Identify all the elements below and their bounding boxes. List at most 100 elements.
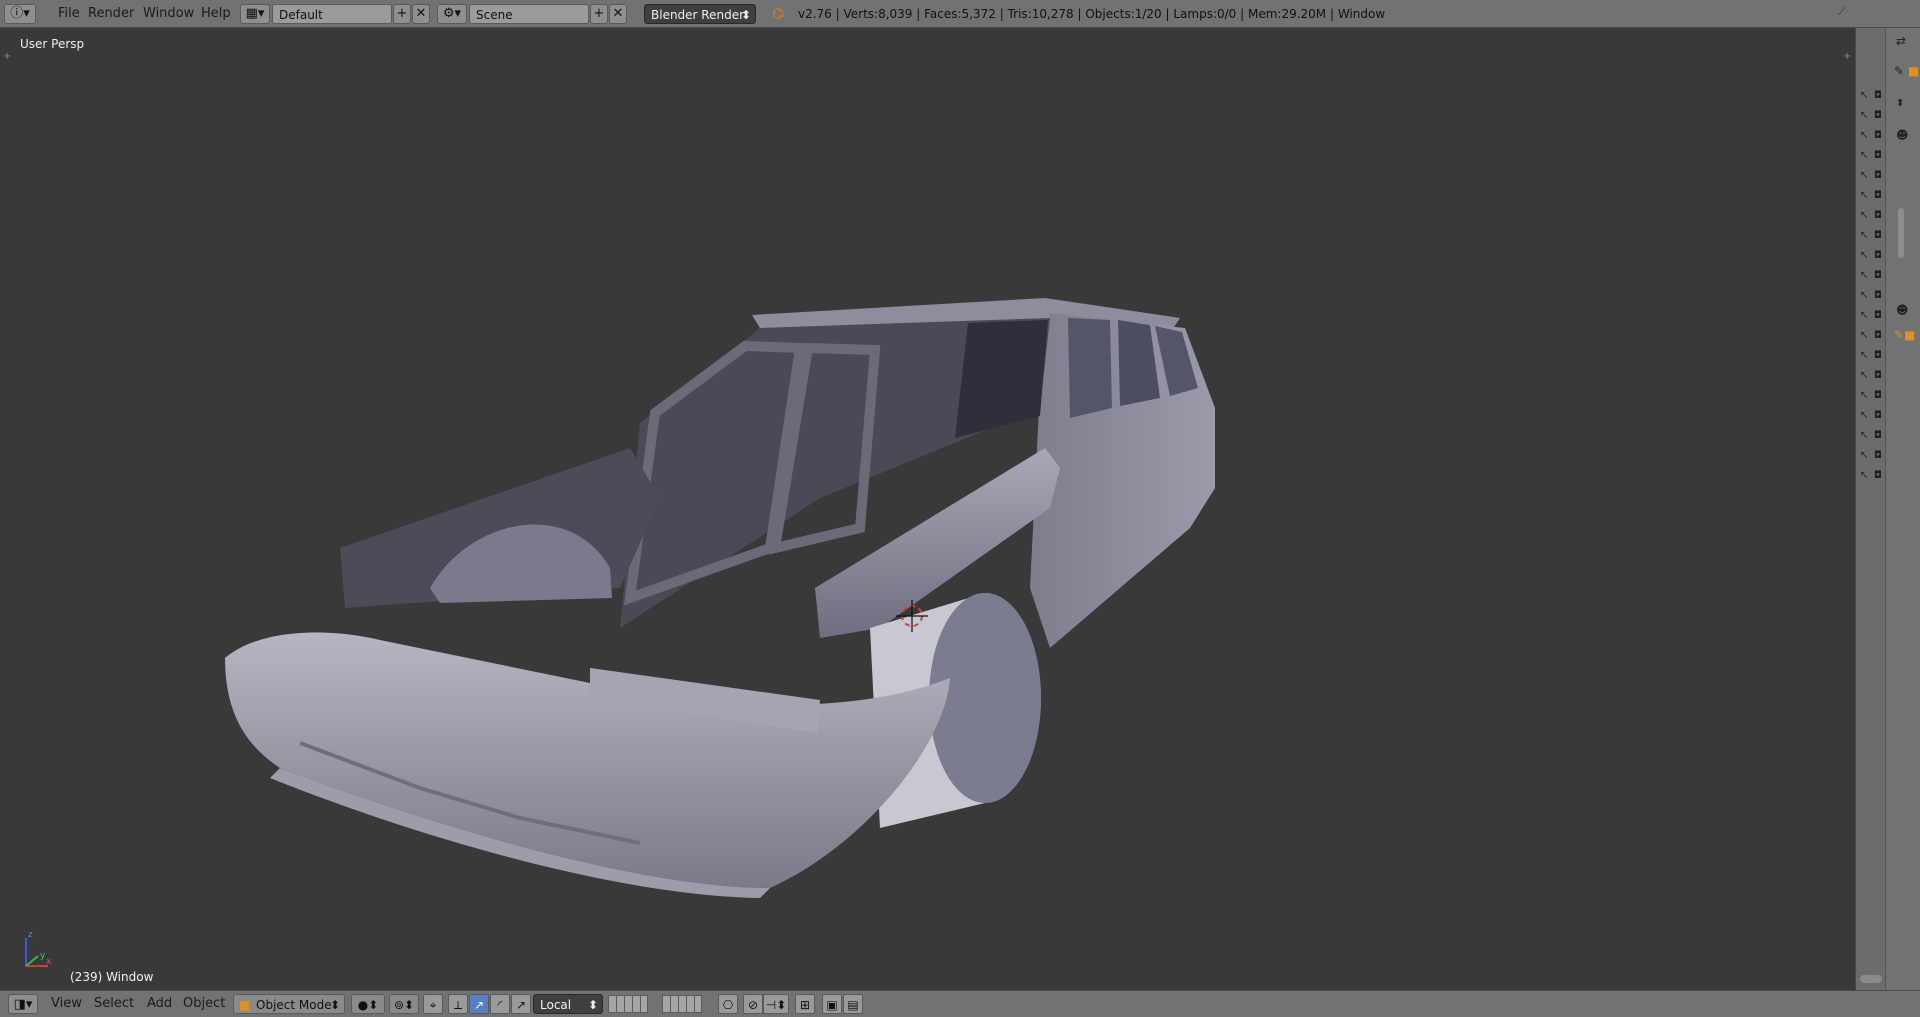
- viewport-shading-select[interactable]: ●⬍: [351, 994, 385, 1014]
- remove-scene-button[interactable]: ✕: [609, 4, 627, 24]
- camera-render-icon[interactable]: ◘: [1872, 390, 1884, 402]
- remove-layout-button[interactable]: ✕: [412, 4, 430, 24]
- opengl-render-icon[interactable]: ▣: [822, 994, 842, 1014]
- editor-type-info-button[interactable]: ⓘ▾: [4, 4, 36, 24]
- transform-manipulator-icon[interactable]: ↗: [511, 994, 531, 1014]
- camera-render-icon[interactable]: ◘: [1872, 430, 1884, 442]
- menu-object[interactable]: Object: [177, 994, 231, 1014]
- proportional-edit-icon[interactable]: ⊘: [743, 994, 763, 1014]
- select-arrow-icon[interactable]: ↖: [1858, 170, 1870, 182]
- camera-render-icon[interactable]: ◘: [1872, 170, 1884, 182]
- opengl-animation-icon[interactable]: ▤: [843, 994, 863, 1014]
- camera-render-icon[interactable]: ◘: [1872, 310, 1884, 322]
- car-mesh-model[interactable]: z y x: [0, 28, 1855, 990]
- scene-name-field[interactable]: Scene: [469, 4, 589, 24]
- select-arrow-icon[interactable]: ↖: [1858, 230, 1870, 242]
- camera-render-icon[interactable]: ◘: [1872, 190, 1884, 202]
- add-layout-button[interactable]: +: [393, 4, 411, 24]
- select-arrow-icon[interactable]: ↖: [1858, 430, 1870, 442]
- view3d-editor-icon[interactable]: ◨▾: [8, 994, 38, 1014]
- menu-render[interactable]: Render: [82, 4, 140, 24]
- select-arrow-icon[interactable]: ↖: [1858, 190, 1870, 202]
- chevron-updown-icon: ⬍: [740, 8, 751, 22]
- wrench-icon[interactable]: ✎: [1894, 64, 1904, 78]
- mode-label: Object Mode: [256, 998, 332, 1012]
- scroll-handle[interactable]: [1860, 975, 1882, 983]
- axis-label-x: x: [46, 957, 52, 967]
- world-icon[interactable]: ☻: [1896, 303, 1909, 317]
- screen-layout-icon[interactable]: ▦▾: [240, 4, 270, 24]
- camera-render-icon[interactable]: ◘: [1872, 290, 1884, 302]
- menu-add[interactable]: Add: [141, 994, 178, 1014]
- camera-render-icon[interactable]: ◘: [1872, 450, 1884, 462]
- select-arrow-icon[interactable]: ↖: [1858, 310, 1870, 322]
- add-scene-button[interactable]: +: [590, 4, 608, 24]
- select-arrow-icon[interactable]: ↖: [1858, 450, 1870, 462]
- snap-toggle-icon[interactable]: ⊣⬍: [763, 994, 789, 1014]
- camera-render-icon[interactable]: ◘: [1872, 130, 1884, 142]
- scroll-arrows[interactable]: ⬍: [1896, 98, 1904, 109]
- camera-render-icon[interactable]: ◘: [1872, 90, 1884, 102]
- camera-render-icon[interactable]: ◘: [1872, 330, 1884, 342]
- object-icon[interactable]: ✎■: [1894, 328, 1915, 342]
- window-corner-icon[interactable]: ⟋: [1838, 2, 1846, 22]
- layout-name-field[interactable]: Default: [272, 4, 392, 24]
- select-arrow-icon[interactable]: ↖: [1858, 130, 1870, 142]
- bottom-header: ◨▾ View Select Add Object ■ Object Mode …: [0, 990, 1920, 1017]
- select-arrow-icon[interactable]: ↖: [1858, 330, 1870, 342]
- stats-text: v2.76 | Verts:8,039 | Faces:5,372 | Tris…: [798, 7, 1386, 21]
- layers-grid-2[interactable]: [662, 995, 702, 1013]
- camera-render-icon[interactable]: ◘: [1872, 150, 1884, 162]
- menu-view[interactable]: View: [45, 994, 88, 1014]
- select-arrow-icon[interactable]: ↖: [1858, 110, 1870, 122]
- axis-label-z: z: [28, 930, 33, 940]
- select-arrow-icon[interactable]: ↖: [1858, 350, 1870, 362]
- camera-render-icon[interactable]: ◘: [1872, 250, 1884, 262]
- transform-orientation-select[interactable]: Local ⬍: [533, 994, 603, 1014]
- camera-render-icon[interactable]: ◘: [1872, 410, 1884, 422]
- select-arrow-icon[interactable]: ↖: [1858, 150, 1870, 162]
- world-icon[interactable]: ☻: [1896, 128, 1909, 142]
- cursor-arrow-icon[interactable]: ⇄: [1896, 34, 1906, 48]
- rear-window: [1068, 318, 1112, 418]
- rotate-manipulator-icon[interactable]: ↗: [469, 994, 489, 1014]
- cabin-back-opening: [955, 320, 1048, 438]
- top-header: ⓘ▾ File Render Window Help ▦▾ Default + …: [0, 0, 1920, 28]
- camera-render-icon[interactable]: ◘: [1872, 270, 1884, 282]
- chevron-updown-icon: ⬍: [329, 998, 340, 1012]
- camera-render-icon[interactable]: ◘: [1872, 110, 1884, 122]
- properties-panel: ⇄ ✎ ■ ⬍ ☻ ☻ ✎■ ☰: [1885, 28, 1920, 1012]
- object-icon[interactable]: ■: [1908, 64, 1919, 78]
- camera-render-icon[interactable]: ◘: [1872, 230, 1884, 242]
- select-arrow-icon[interactable]: ↖: [1858, 210, 1870, 222]
- camera-render-icon[interactable]: ◘: [1872, 350, 1884, 362]
- menu-select[interactable]: Select: [88, 994, 140, 1014]
- select-arrow-icon[interactable]: ↖: [1858, 410, 1870, 422]
- select-arrow-icon[interactable]: ↖: [1858, 250, 1870, 262]
- layers-grid-1[interactable]: [608, 995, 648, 1013]
- panel-scrollbar[interactable]: [1898, 208, 1904, 258]
- camera-render-icon[interactable]: ◘: [1872, 470, 1884, 482]
- 3d-viewport[interactable]: User Persp + + z y x (239) Window: [0, 28, 1855, 990]
- snap-target-icon[interactable]: ⊞: [795, 994, 815, 1014]
- translate-manipulator-icon[interactable]: ⟂: [448, 994, 468, 1014]
- menu-window[interactable]: Window: [137, 4, 200, 24]
- select-arrow-icon[interactable]: ↖: [1858, 370, 1870, 382]
- select-arrow-icon[interactable]: ↖: [1858, 90, 1870, 102]
- lock-layers-icon[interactable]: ⎔: [718, 994, 738, 1014]
- select-arrow-icon[interactable]: ↖: [1858, 470, 1870, 482]
- render-engine-select[interactable]: Blender Render ⬍: [644, 4, 756, 24]
- camera-render-icon[interactable]: ◘: [1872, 210, 1884, 222]
- menu-help[interactable]: Help: [195, 4, 237, 24]
- select-arrow-icon[interactable]: ↖: [1858, 270, 1870, 282]
- select-arrow-icon[interactable]: ↖: [1858, 390, 1870, 402]
- mode-select[interactable]: ■ Object Mode ⬍: [233, 994, 345, 1014]
- scene-icon[interactable]: ⚙▾: [437, 4, 467, 24]
- camera-render-icon[interactable]: ◘: [1872, 370, 1884, 382]
- scale-manipulator-icon[interactable]: ◜: [490, 994, 510, 1014]
- manipulator-toggle[interactable]: ⌖: [423, 994, 443, 1014]
- chevron-updown-icon: ⬍: [587, 998, 598, 1012]
- select-arrow-icon[interactable]: ↖: [1858, 290, 1870, 302]
- pivot-point-select[interactable]: ⊚⬍: [389, 994, 419, 1014]
- menu-file[interactable]: File: [52, 4, 86, 24]
